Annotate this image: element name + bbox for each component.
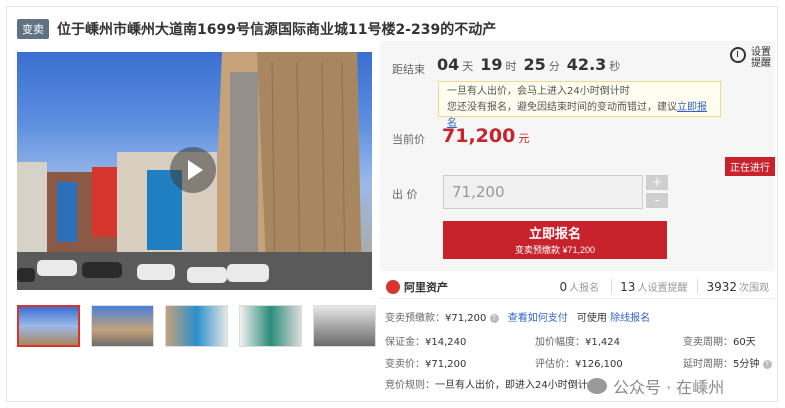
- platform-name: 阿里资产: [404, 280, 448, 294]
- increment-row: 加价幅度：¥1,424: [535, 333, 620, 348]
- title-row: 变卖 位于嵊州市嵊州大道南1699号信源国际商业城11号楼2-239的不动产: [17, 17, 496, 41]
- rules-value: 一旦有人出价，即进入24小时倒计: [435, 380, 588, 391]
- rules-row: 竞价规则：一旦有人出价，即进入24小时倒计: [385, 376, 588, 391]
- countdown-label: 距结束: [392, 63, 425, 76]
- current-price-unit: 元: [518, 132, 530, 145]
- set-reminder-label: 设置提醒: [751, 47, 771, 69]
- thumbnail-2[interactable]: [91, 305, 154, 347]
- signup-deposit-note: 变卖预缴款 ¥71,200: [514, 245, 596, 255]
- auction-info-panel: 距结束 04 天 19 时 25 分 42.3 秒 设置提醒 一旦有人出价，会马…: [380, 41, 775, 271]
- deposit-row: 变卖预缴款：¥71,200 ? 查看如何支付 可使用 除线报名: [385, 309, 650, 324]
- bid-label: 出 价: [392, 188, 418, 201]
- video-play-button[interactable]: [170, 147, 216, 193]
- appraisal-value: ¥126,100: [575, 359, 623, 370]
- sale-price-key: 变卖价：: [385, 359, 425, 370]
- sale-price-row: 变卖价：¥71,200: [385, 355, 466, 370]
- ali-asset-logo-icon: [386, 279, 400, 294]
- delay-key: 延时周期：: [683, 359, 733, 370]
- guarantee-key: 保证金：: [385, 337, 425, 348]
- sale-price-value: ¥71,200: [425, 359, 467, 370]
- period-row: 变卖周期：60天: [683, 333, 756, 348]
- bid-amount-input[interactable]: [443, 175, 643, 209]
- appraisal-row: 评估价：¥126,100: [535, 355, 623, 370]
- reminders-label: 人设置提醒: [637, 283, 688, 294]
- seconds-unit: 秒: [609, 60, 621, 73]
- page-title: 位于嵊州市嵊州大道南1699号信源国际商业城11号楼2-239的不动产: [57, 22, 497, 38]
- minutes-unit: 分: [548, 60, 560, 73]
- period-key: 变卖周期：: [683, 337, 733, 348]
- stats-bar: 阿里资产 0 人报名 13 人设置提醒 3932 次围观: [380, 275, 775, 299]
- current-price-value: 71,200: [442, 125, 516, 147]
- help-icon[interactable]: ?: [489, 313, 499, 323]
- wechat-watermark: 公众号 · 在嵊州: [587, 374, 724, 398]
- countdown-seconds: 42.3: [566, 55, 607, 74]
- thumbnail-5[interactable]: [313, 305, 376, 347]
- countdown-minutes: 25: [523, 55, 546, 74]
- signup-button-label: 立即报名: [528, 226, 581, 241]
- signup-button[interactable]: 立即报名 变卖预缴款 ¥71,200: [443, 221, 667, 259]
- auction-card: 变卖 位于嵊州市嵊州大道南1699号信源国际商业城11号楼2-239的不动产 距…: [6, 6, 778, 402]
- period-value: 60天: [733, 337, 756, 348]
- countdown-days: 04: [437, 55, 460, 74]
- appraisal-key: 评估价：: [535, 359, 575, 370]
- countdown-timer: 04 天 19 时 25 分 42.3 秒: [437, 55, 624, 74]
- guarantee-value: ¥14,240: [425, 337, 467, 348]
- sale-type-badge: 变卖: [17, 19, 49, 39]
- bid-decrease-button[interactable]: -: [646, 193, 668, 208]
- rules-key: 竞价规则：: [385, 380, 435, 391]
- pay-method-prefix: 可使用: [576, 313, 607, 324]
- increment-value: ¥1,424: [585, 337, 620, 348]
- deposit-key: 变卖预缴款：: [385, 313, 445, 324]
- signups-stat: 0 人报名: [560, 279, 600, 294]
- photo-thumbnails: [17, 305, 376, 347]
- increment-key: 加价幅度：: [535, 337, 585, 348]
- alarm-clock-icon: [730, 47, 746, 63]
- hours-unit: 时: [505, 60, 517, 73]
- how-to-pay-link[interactable]: 查看如何支付: [508, 313, 568, 324]
- countdown-notice: 一旦有人出价，会马上进入24小时倒计时 您还没有报名，避免因结束时间的变动而错过…: [438, 81, 721, 129]
- signups-count: 0: [559, 280, 568, 294]
- wechat-icon: [587, 378, 607, 394]
- delay-value: 5分钟: [733, 359, 760, 370]
- offline-signup-link[interactable]: 除线报名: [610, 313, 650, 324]
- views-count: 3932: [706, 280, 737, 294]
- notice-line-2-text: 您还没有报名，避免因结束时间的变动而错过，建议: [447, 102, 677, 113]
- guarantee-row: 保证金：¥14,240: [385, 333, 466, 348]
- days-unit: 天: [462, 60, 474, 73]
- thumbnail-4[interactable]: [239, 305, 302, 347]
- help-icon[interactable]: ?: [762, 359, 772, 369]
- bid-increase-button[interactable]: +: [646, 175, 668, 190]
- signups-label: 人报名: [569, 283, 600, 294]
- status-badge: 正在进行: [725, 157, 775, 176]
- thumbnail-3[interactable]: [165, 305, 228, 347]
- thumbnail-1[interactable]: [17, 305, 80, 347]
- deposit-value: ¥71,200: [445, 313, 487, 324]
- views-label: 次围观: [739, 283, 769, 294]
- current-price: 71,200 元: [442, 125, 529, 147]
- reminders-stat: 13 人设置提醒: [611, 279, 687, 294]
- notice-line-1: 一旦有人出价，会马上进入24小时倒计时: [447, 86, 630, 97]
- set-reminder-button[interactable]: 设置提醒: [730, 47, 772, 69]
- views-stat: 3932 次围观: [697, 279, 769, 294]
- current-price-label: 当前价: [392, 133, 425, 146]
- countdown-hours: 19: [480, 55, 503, 74]
- delay-row: 延时周期：5分钟 ?: [683, 355, 772, 370]
- main-property-photo[interactable]: [17, 52, 372, 290]
- watermark-text: 公众号 · 在嵊州: [613, 378, 725, 397]
- reminders-count: 13: [620, 280, 636, 294]
